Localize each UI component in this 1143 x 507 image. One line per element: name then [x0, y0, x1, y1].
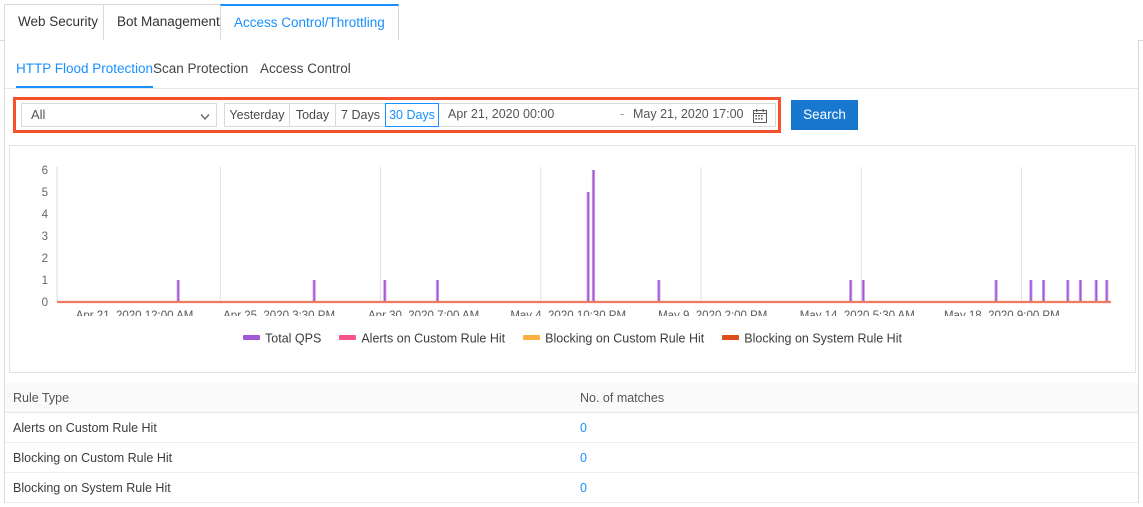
legend-item[interactable]: Total QPS [243, 331, 321, 346]
subtab-scan-protection[interactable]: Scan Protection [153, 58, 248, 88]
legend-label: Blocking on System Rule Hit [744, 331, 902, 346]
svg-text:4: 4 [42, 209, 49, 221]
tab-bot-management[interactable]: Bot Management [103, 4, 234, 40]
sub-tab-bar: HTTP Flood Protection Scan Protection Ac… [5, 58, 1138, 90]
range-button-7-days[interactable]: 7 Days [335, 103, 386, 127]
cell-rule-type: Blocking on Custom Rule Hit [13, 451, 173, 465]
column-header-no-of-matches: No. of matches [580, 391, 665, 405]
chevron-down-icon [200, 113, 210, 121]
scope-select[interactable]: All [21, 103, 217, 127]
column-header-rule-type: Rule Type [13, 391, 70, 405]
subtab-http-flood-protection[interactable]: HTTP Flood Protection [16, 58, 154, 88]
range-button-today[interactable]: Today [289, 103, 336, 127]
svg-text:3: 3 [42, 231, 48, 243]
svg-text:May 9, 2020 2:00 PM: May 9, 2020 2:00 PM [658, 310, 767, 316]
sub-tab-divider [5, 88, 1138, 89]
content-panel: HTTP Flood Protection Scan Protection Ac… [4, 40, 1139, 503]
cell-matches-link[interactable]: 0 [580, 421, 587, 435]
search-button[interactable]: Search [791, 100, 858, 130]
qps-chart-card: 0 1 2 3 4 5 6 Apr 21, 2020 12:00 AM Apr 25, 2020… [9, 145, 1136, 373]
svg-text:6: 6 [42, 165, 48, 177]
filter-bar: All Yesterday Today 7 Days 30 Days Apr 2… [13, 97, 781, 133]
legend-label: Alerts on Custom Rule Hit [361, 331, 506, 346]
chart-legend: Total QPS Alerts on Custom Rule Hit Blocki… [10, 331, 1135, 346]
legend-swatch-icon [339, 335, 357, 341]
svg-text:Apr 25, 2020 3:30 PM: Apr 25, 2020 3:30 PM [223, 310, 335, 316]
svg-text:Apr 30, 2020 7:00 AM: Apr 30, 2020 7:00 AM [368, 310, 479, 316]
end-date-value[interactable]: May 21, 2020 17:00 [633, 107, 744, 121]
top-tab-bar: Web Security Bot Management Access Contr… [0, 0, 1143, 41]
legend-item[interactable]: Blocking on System Rule Hit [722, 331, 902, 346]
legend-swatch-icon [243, 335, 261, 341]
chart-svg: 0 1 2 3 4 5 6 Apr 21, 2020 12:00 AM Apr 25, 2020… [42, 165, 1111, 316]
legend-item[interactable]: Alerts on Custom Rule Hit [339, 331, 505, 346]
tab-access-control-throttling[interactable]: Access Control/Throttling [220, 4, 399, 41]
cell-matches-link[interactable]: 0 [580, 451, 587, 465]
cell-matches-link[interactable]: 0 [580, 481, 587, 495]
tab-web-security[interactable]: Web Security [4, 4, 113, 40]
legend-item[interactable]: Blocking on Custom Rule Hit [523, 331, 704, 346]
legend-label: Blocking on Custom Rule Hit [545, 331, 705, 346]
page-root: Web Security Bot Management Access Contr… [0, 0, 1143, 507]
svg-text:5: 5 [42, 187, 48, 199]
table-row: Blocking on System Rule Hit 0 [5, 473, 1138, 503]
date-range-input[interactable]: Apr 21, 2020 00:00 - May 21, 2020 17:00 [438, 103, 776, 127]
cell-rule-type: Blocking on System Rule Hit [13, 481, 171, 495]
calendar-icon[interactable] [753, 109, 767, 123]
svg-text:1: 1 [42, 275, 48, 287]
svg-text:0: 0 [42, 297, 48, 309]
start-date-value[interactable]: Apr 21, 2020 00:00 [448, 107, 554, 121]
legend-swatch-icon [722, 335, 740, 341]
scope-select-value: All [31, 107, 46, 122]
subtab-access-control[interactable]: Access Control [260, 58, 351, 88]
table-row: Blocking on Custom Rule Hit 0 [5, 443, 1138, 473]
table-header-row: Rule Type No. of matches [5, 383, 1138, 413]
range-button-yesterday[interactable]: Yesterday [224, 103, 290, 127]
table-row: Alerts on Custom Rule Hit 0 [5, 413, 1138, 443]
range-button-30-days[interactable]: 30 Days [385, 103, 439, 127]
svg-text:Apr 21, 2020 12:00 AM: Apr 21, 2020 12:00 AM [76, 310, 194, 316]
legend-label: Total QPS [265, 331, 322, 346]
date-range-separator: - [620, 107, 625, 121]
chart-plot-area: 0 1 2 3 4 5 6 Apr 21, 2020 12:00 AM Apr 25, 2020… [10, 146, 1137, 316]
rule-type-table: Rule Type No. of matches Alerts on Custo… [5, 383, 1138, 503]
svg-text:May 4, 2020 10:30 PM: May 4, 2020 10:30 PM [510, 310, 626, 316]
svg-text:2: 2 [42, 253, 48, 265]
svg-text:May 14, 2020 5:30 AM: May 14, 2020 5:30 AM [800, 310, 915, 316]
legend-swatch-icon [523, 335, 541, 341]
cell-rule-type: Alerts on Custom Rule Hit [13, 421, 157, 435]
svg-text:May 18, 2020 9:00 PM: May 18, 2020 9:00 PM [944, 310, 1060, 316]
